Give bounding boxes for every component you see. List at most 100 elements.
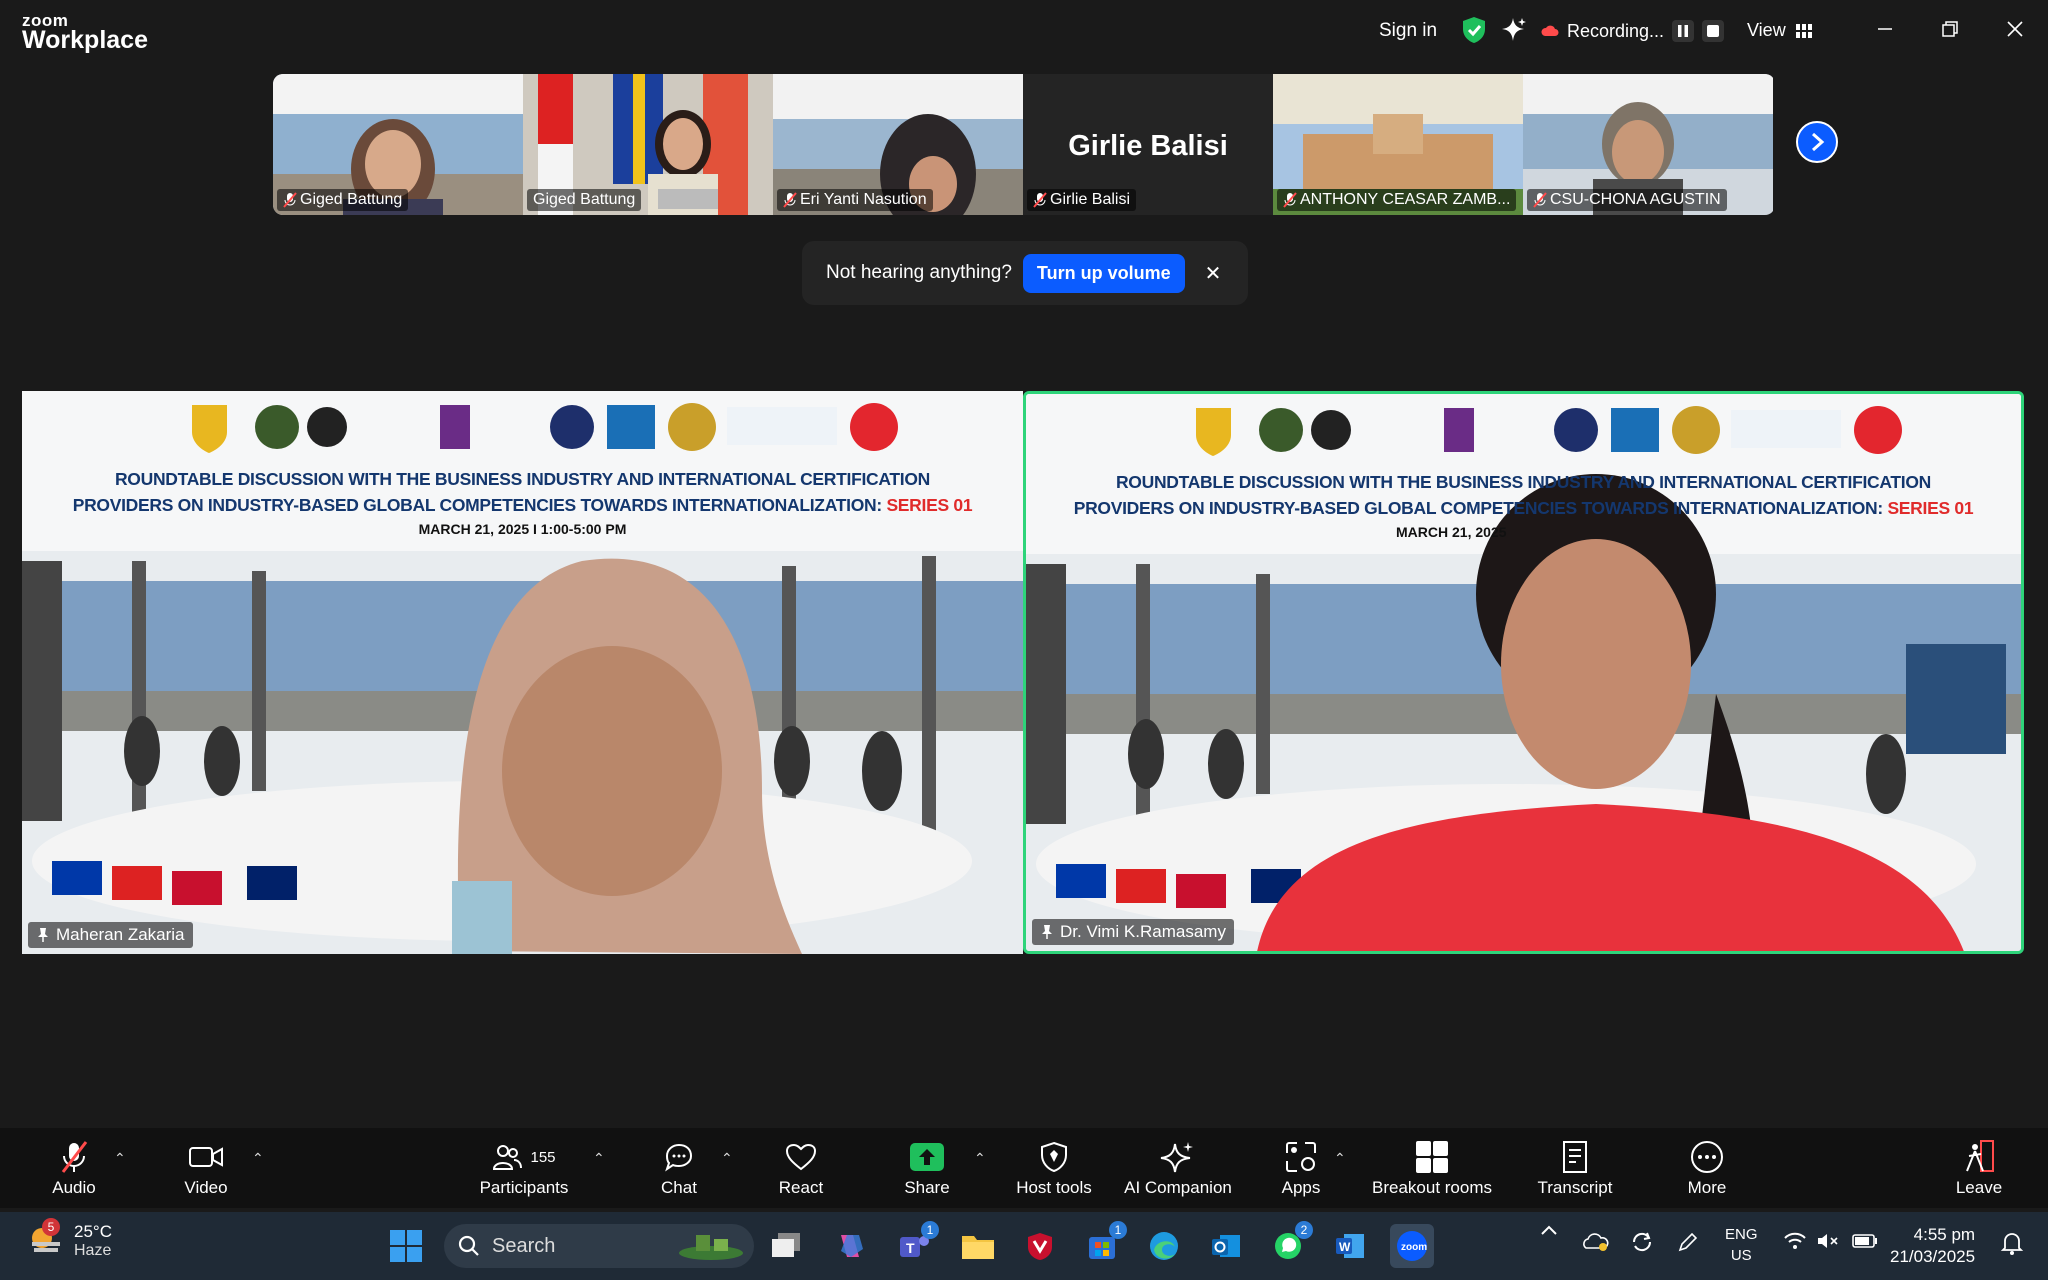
thumb-tile[interactable]: Giged Battung [273,74,523,215]
breakout-rooms-button[interactable]: Breakout rooms [1366,1128,1498,1208]
security-shield-icon[interactable] [1461,16,1487,49]
onedrive-icon[interactable] [1582,1230,1610,1252]
windows-start-button[interactable] [384,1224,428,1268]
chat-button[interactable]: Chat [654,1128,704,1208]
share-options-caret[interactable]: ⌃ [974,1150,986,1167]
view-button[interactable]: View [1747,20,1812,41]
video-button[interactable]: Video [176,1128,236,1208]
chat-options-caret[interactable]: ⌃ [721,1150,733,1167]
participant-name-tag: Maheran Zakaria [28,922,193,948]
title-bar: zoom Workplace Sign in Recording... View [0,0,2048,64]
word-icon[interactable]: W [1328,1224,1372,1268]
apps-button[interactable]: Apps [1276,1128,1326,1208]
thumb-name-tag: CSU-CHONA AGUSTIN [1527,189,1727,211]
apps-icon [1286,1142,1316,1172]
banner-date: MARCH 21, 2025 I 1:00-5:00 PM [418,521,627,537]
muted-mic-icon [61,1141,88,1173]
thumb-name-tag: Girlie Balisi [1027,189,1137,211]
ai-sparkle-icon[interactable] [1500,16,1528,49]
thumb-tile[interactable]: Girlie Balisi Girlie Balisi [1023,74,1273,215]
restore-button[interactable] [1935,14,1965,44]
participant-name: Maheran Zakaria [56,925,185,944]
banner-title-line1: ROUNDTABLE DISCUSSION WITH THE BUSINESS … [114,469,931,489]
thumb-avatar-name: Girlie Balisi [1068,130,1228,162]
participant-name: Dr. Vimi K.Ramasamy [1060,922,1226,941]
participants-options-caret[interactable]: ⌃ [593,1150,605,1167]
sync-icon[interactable] [1630,1230,1654,1254]
wifi-icon[interactable] [1784,1232,1806,1250]
ai-companion-label: AI Companion [1124,1178,1232,1197]
language-indicator[interactable]: ENG US [1725,1224,1758,1266]
react-button[interactable]: React [776,1128,826,1208]
next-page-button[interactable] [1796,121,1838,163]
leave-button[interactable]: Leave [1954,1128,2004,1208]
thumb-name: Eri Yanti Nasution [800,191,927,208]
more-icon [1691,1141,1723,1173]
zoom-window: zoom Workplace Sign in Recording... View [0,0,2048,1280]
teams-icon[interactable]: T1 [892,1221,939,1268]
weather-condition: Haze [74,1242,112,1259]
chevron-right-icon [1812,132,1825,152]
pin-icon [38,928,48,942]
thumb-tile[interactable]: ANTHONY CEASAR ZAMB... [1273,74,1523,215]
banner-title-line2: PROVIDERS ON INDUSTRY-BASED GLOBAL COMPE… [22,495,1023,516]
active-speaker-tile[interactable]: ROUNDTABLE DISCUSSION WITH THE BUSINESS … [1023,391,2024,954]
whatsapp-badge: 2 [1295,1221,1313,1239]
weather-widget[interactable]: 5 25°C Haze [28,1217,112,1260]
ai-companion-button[interactable]: AI Companion [1118,1128,1238,1208]
task-view-icon[interactable] [764,1224,808,1268]
copilot-icon[interactable] [828,1224,872,1268]
heart-icon [785,1143,817,1171]
video-options-caret[interactable]: ⌃ [252,1150,264,1167]
host-tools-button[interactable]: Host tools [1010,1128,1098,1208]
banner-date: MARCH 21, 2025 [1396,524,1507,540]
thumb-tile[interactable]: Giged Battung [523,74,773,215]
battery-icon[interactable] [1852,1234,1878,1248]
thumb-tile[interactable]: Eri Yanti Nasution [773,74,1023,215]
thumb-tile[interactable]: CSU-CHONA AGUSTIN [1523,74,1773,215]
participant-name-tag: Dr. Vimi K.Ramasamy [1032,919,1234,945]
audio-toast: Not hearing anything? Turn up volume ✕ [802,241,1248,305]
minimize-button[interactable] [1870,14,1900,44]
notification-bell-icon[interactable] [2000,1230,2024,1256]
toast-message: Not hearing anything? [826,262,1012,283]
more-label: More [1687,1178,1727,1197]
zoom-taskbar-icon[interactable]: zoom [1390,1224,1434,1268]
turn-up-volume-button[interactable]: Turn up volume [1022,253,1185,293]
share-label: Share [904,1178,950,1197]
share-button[interactable]: Share [902,1128,952,1208]
search-icon [458,1235,479,1256]
file-explorer-icon[interactable] [956,1224,1000,1268]
search-highlight-icon [679,1235,743,1260]
recording-label: Recording... [1567,20,1665,41]
whatsapp-icon[interactable]: 2 [1266,1221,1313,1268]
volume-muted-icon[interactable] [1816,1232,1840,1250]
system-clock[interactable]: 4:55 pm 21/03/2025 [1890,1224,1975,1268]
mcafee-icon[interactable] [1018,1224,1062,1268]
audio-options-caret[interactable]: ⌃ [114,1150,126,1167]
close-toast-icon[interactable]: ✕ [1205,261,1222,286]
breakout-grid-icon [1416,1141,1448,1173]
stop-recording-button[interactable] [1702,20,1725,42]
outlook-icon[interactable] [1204,1224,1248,1268]
audio-button[interactable]: Audio [46,1128,102,1208]
muted-mic-icon [1283,192,1297,208]
taskbar-search[interactable]: Search [444,1224,754,1268]
tray-overflow-icon[interactable] [1540,1224,1558,1236]
apps-options-caret[interactable]: ⌃ [1334,1150,1346,1167]
region-code: US [1730,1247,1752,1264]
more-button[interactable]: More [1680,1128,1734,1208]
pen-icon[interactable] [1676,1230,1700,1254]
edge-icon[interactable] [1142,1224,1186,1268]
video-tile[interactable]: ROUNDTABLE DISCUSSION WITH THE BUSINESS … [22,391,1023,954]
close-window-button[interactable] [2000,14,2030,44]
ms-store-icon[interactable]: 1 [1080,1221,1127,1268]
thumb-name-tag: Giged Battung [527,189,642,211]
thumb-name: Giged Battung [533,191,636,208]
sign-in-link[interactable]: Sign in [1379,20,1437,42]
banner-series: SERIES 01 [886,495,973,515]
pause-recording-button[interactable] [1672,20,1695,42]
share-screen-icon [910,1143,944,1171]
transcript-button[interactable]: Transcript [1530,1128,1620,1208]
participants-button[interactable]: 155 Participants [476,1128,572,1208]
